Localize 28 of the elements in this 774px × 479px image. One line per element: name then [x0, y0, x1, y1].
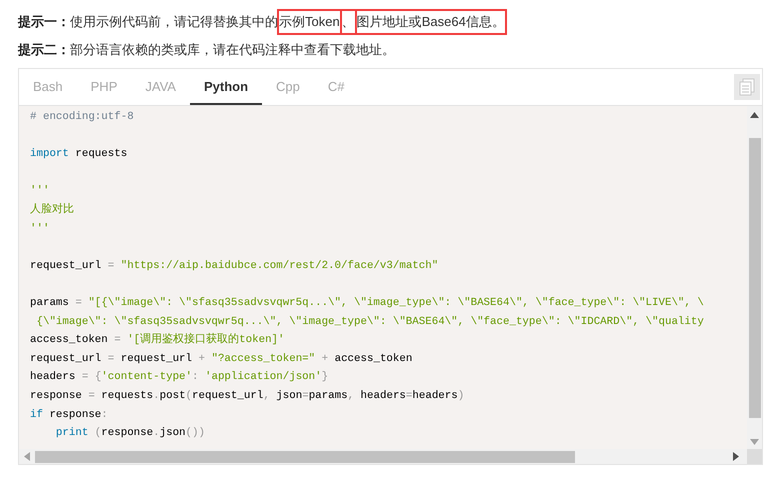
- horizontal-scrollbar[interactable]: [19, 449, 747, 464]
- language-tab[interactable]: Cpp: [262, 69, 314, 105]
- code-line: # encoding:utf-8: [30, 110, 134, 125]
- language-tab[interactable]: JAVA: [131, 69, 190, 105]
- code-line: headers = {'content-type': 'application/json'}: [30, 370, 328, 386]
- code-line: ''': [30, 222, 50, 237]
- code-line: response = requests.post(request_url, json=params, headers=headers): [30, 388, 464, 404]
- scroll-up-icon[interactable]: [750, 112, 759, 118]
- vertical-scrollbar[interactable]: [747, 106, 762, 449]
- code-line: request_url = request_url + "?access_token=" + access_token: [30, 352, 412, 367]
- code-line: 人脸对比: [30, 202, 74, 218]
- hint-text: 提示一：使用示例代码前，请记得替换其中的示例Token、图片地址或Base64信息。: [18, 8, 774, 36]
- language-tab[interactable]: Bash: [19, 69, 77, 105]
- code-line: import requests: [30, 147, 128, 162]
- code-line: params = "[{\"image\": \"sfasq35sadvsvqwr5q...\", \"image_type\": \"BASE64\", \"face_type\": \"LIVE\", \: [30, 296, 704, 311]
- hint-text: 提示二：部分语言依赖的类或库，请在代码注释中查看下载地址。: [18, 41, 396, 59]
- scroll-down-icon[interactable]: [750, 439, 759, 445]
- copy-icon[interactable]: [734, 74, 760, 100]
- scroll-right-icon[interactable]: [733, 452, 739, 461]
- language-tab[interactable]: PHP: [76, 69, 132, 105]
- code-line: {\"image\": \"sfasq35sadvsvqwr5q...\", \"image_type\": \"BASE64\", \"face_type\": \"IDCARD\", \"quality: [35, 314, 704, 330]
- code-line: if response:: [30, 408, 108, 422]
- language-tab[interactable]: C#: [314, 69, 359, 105]
- code-line: ''': [30, 184, 50, 200]
- code-line: print (response.json()): [54, 426, 205, 442]
- scroll-left-icon[interactable]: [24, 452, 30, 461]
- code-line: access_token = '[调用鉴权接口获取的token]': [30, 332, 285, 348]
- code-line: request_url = "https://aip.baidubce.com/rest/2.0/face/v3/match": [30, 258, 438, 274]
